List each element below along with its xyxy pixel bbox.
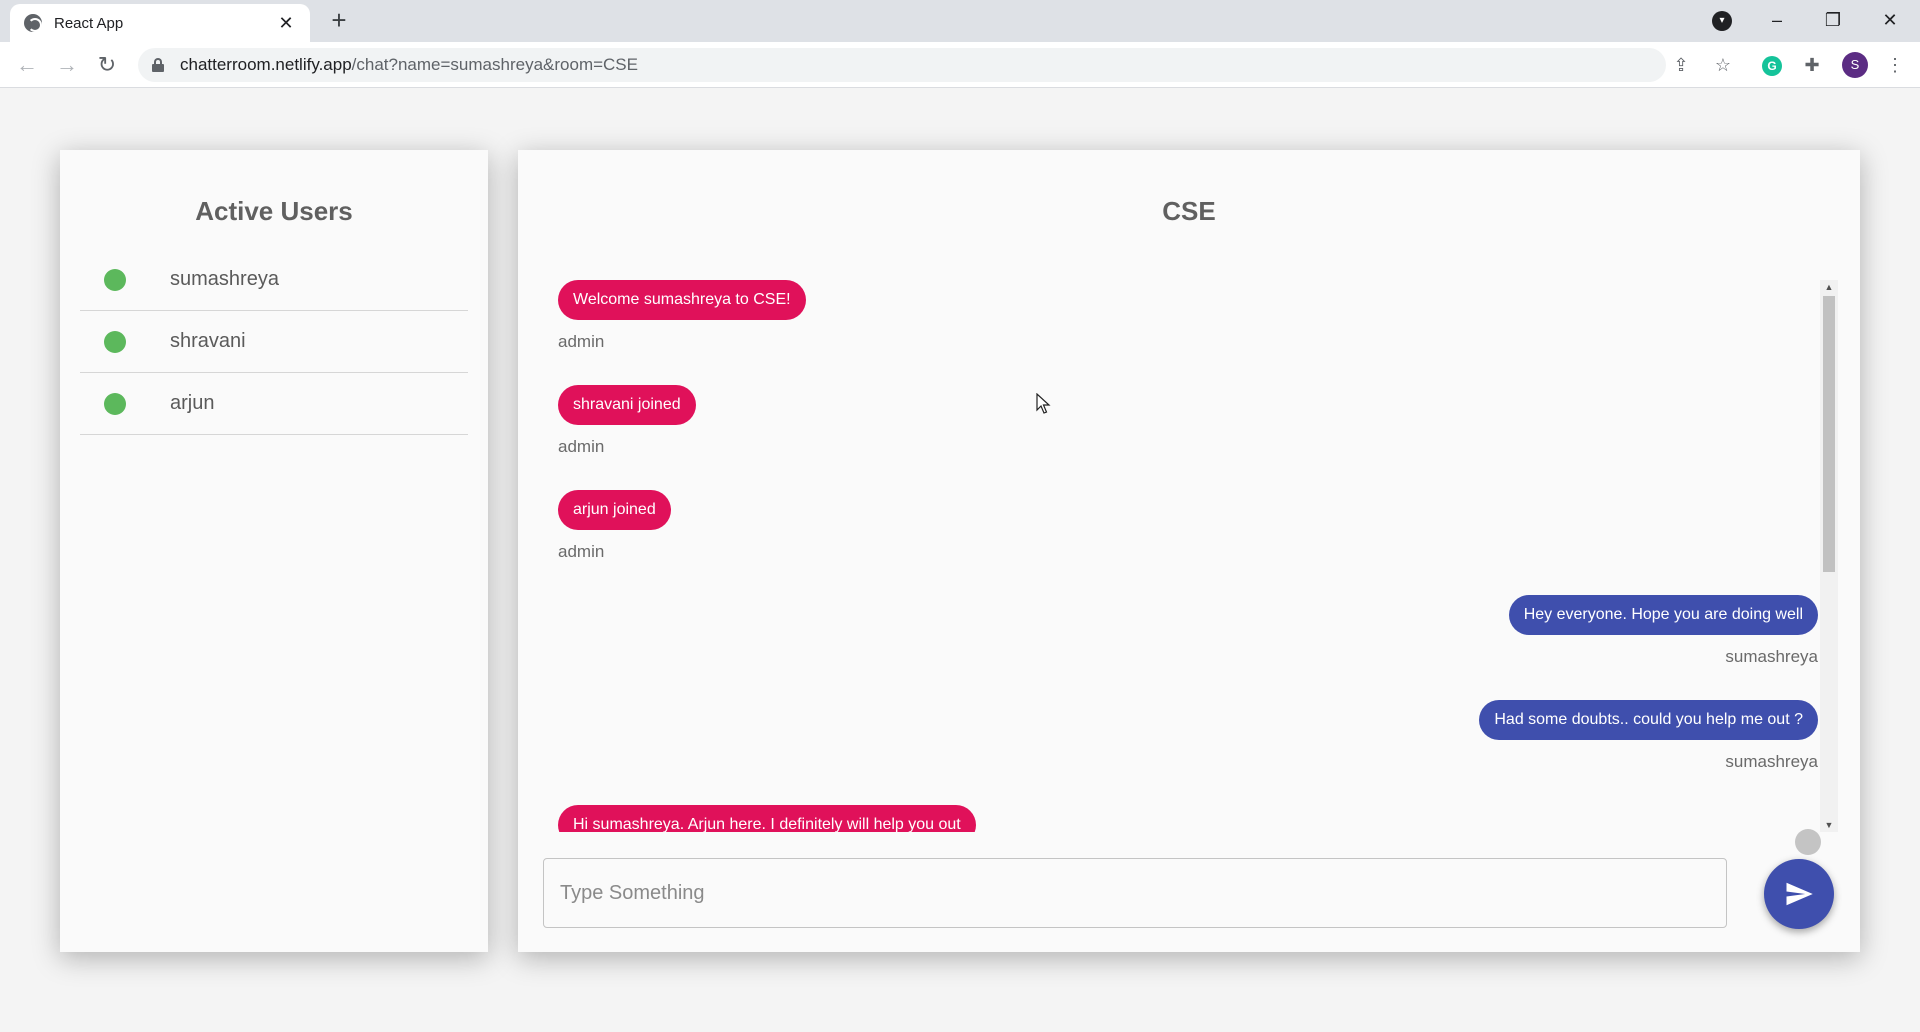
browser-menu-icon[interactable]: ⋮: [1880, 50, 1910, 80]
message-item: Welcome sumashreya to CSE! admin: [558, 280, 806, 352]
list-item: arjun: [80, 373, 468, 435]
restore-icon[interactable]: ❐: [1813, 6, 1853, 36]
address-bar[interactable]: chatterroom.netlify.app/chat?name=sumash…: [138, 48, 1666, 82]
message-item: Had some doubts.. could you help me out …: [1479, 700, 1818, 772]
message-item: shravani joined admin: [558, 385, 696, 457]
grammarly-extension-icon[interactable]: G: [1762, 56, 1782, 76]
active-users-panel: Active Users sumashreya shravani arjun: [60, 150, 488, 952]
active-users-title: Active Users: [195, 196, 353, 226]
list-item: shravani: [80, 311, 468, 373]
close-window-icon[interactable]: ✕: [1870, 6, 1910, 36]
profile-avatar[interactable]: S: [1842, 52, 1868, 78]
user-list: sumashreya shravani arjun: [60, 249, 488, 435]
user-name: sumashreya: [170, 268, 279, 290]
message-sender: admin: [558, 332, 605, 351]
chat-page: Active Users sumashreya shravani arjun C…: [0, 88, 1920, 1032]
message-list[interactable]: Welcome sumashreya to CSE! admin shravan…: [558, 280, 1818, 832]
url-text: chatterroom.netlify.app/chat?name=sumash…: [180, 55, 638, 75]
message-sender: sumashreya: [1725, 752, 1818, 771]
url-host: chatterroom.netlify.app: [180, 55, 352, 74]
scroll-down-icon[interactable]: ▼: [1820, 818, 1838, 832]
scroll-indicator: [1795, 829, 1821, 855]
browser-tab[interactable]: React App ✕: [10, 4, 310, 42]
online-status-icon: [104, 330, 126, 353]
extensions-puzzle-icon[interactable]: ✚: [1797, 50, 1827, 80]
online-status-icon: [104, 268, 126, 291]
back-icon[interactable]: ←: [12, 50, 42, 80]
message-bubble: shravani joined: [558, 385, 696, 425]
send-icon: [1786, 882, 1813, 906]
message-input[interactable]: [543, 858, 1727, 928]
minimize-icon[interactable]: –: [1757, 6, 1797, 36]
tab-search-icon[interactable]: ▾: [1712, 11, 1732, 31]
message-sender: admin: [558, 542, 605, 561]
share-icon[interactable]: ⇪: [1666, 50, 1696, 80]
new-tab-button[interactable]: +: [326, 7, 352, 34]
scroll-thumb[interactable]: [1823, 296, 1835, 572]
message-sender: sumashreya: [1725, 647, 1818, 666]
lock-icon[interactable]: [152, 58, 164, 72]
bookmark-star-icon[interactable]: ☆: [1708, 50, 1738, 80]
room-title: CSE: [1162, 196, 1216, 226]
close-tab-icon[interactable]: ✕: [276, 13, 296, 34]
chat-panel: CSE Welcome sumashreya to CSE! admin shr…: [518, 150, 1860, 952]
message-item: arjun joined admin: [558, 490, 671, 562]
tab-title: React App: [54, 14, 124, 32]
mouse-cursor-icon: [1036, 393, 1051, 414]
message-sender: admin: [558, 437, 605, 456]
message-bubble: Had some doubts.. could you help me out …: [1479, 700, 1818, 740]
browser-toolbar: ← → ↻ chatterroom.netlify.app/chat?name=…: [0, 42, 1920, 88]
message-scrollbar[interactable]: ▲ ▼: [1820, 280, 1838, 832]
globe-icon: [24, 14, 42, 32]
forward-icon[interactable]: →: [52, 50, 82, 80]
send-button[interactable]: [1764, 859, 1834, 929]
user-name: shravani: [170, 330, 246, 352]
message-bubble: arjun joined: [558, 490, 671, 530]
message-bubble: Welcome sumashreya to CSE!: [558, 280, 806, 320]
list-item: sumashreya: [80, 249, 468, 311]
message-item: Hi sumashreya. Arjun here. I definitely …: [558, 805, 976, 832]
url-path: /chat?name=sumashreya&room=CSE: [351, 55, 638, 74]
browser-tab-bar: React App ✕ + ▾ – ❐ ✕: [0, 0, 1920, 42]
reload-icon[interactable]: ↻: [92, 50, 122, 80]
message-bubble: Hey everyone. Hope you are doing well: [1508, 595, 1818, 635]
message-item: Hey everyone. Hope you are doing well su…: [1508, 595, 1818, 667]
online-status-icon: [104, 392, 126, 415]
user-name: arjun: [170, 392, 215, 414]
scroll-up-icon[interactable]: ▲: [1820, 280, 1838, 294]
message-bubble: Hi sumashreya. Arjun here. I definitely …: [558, 805, 976, 832]
